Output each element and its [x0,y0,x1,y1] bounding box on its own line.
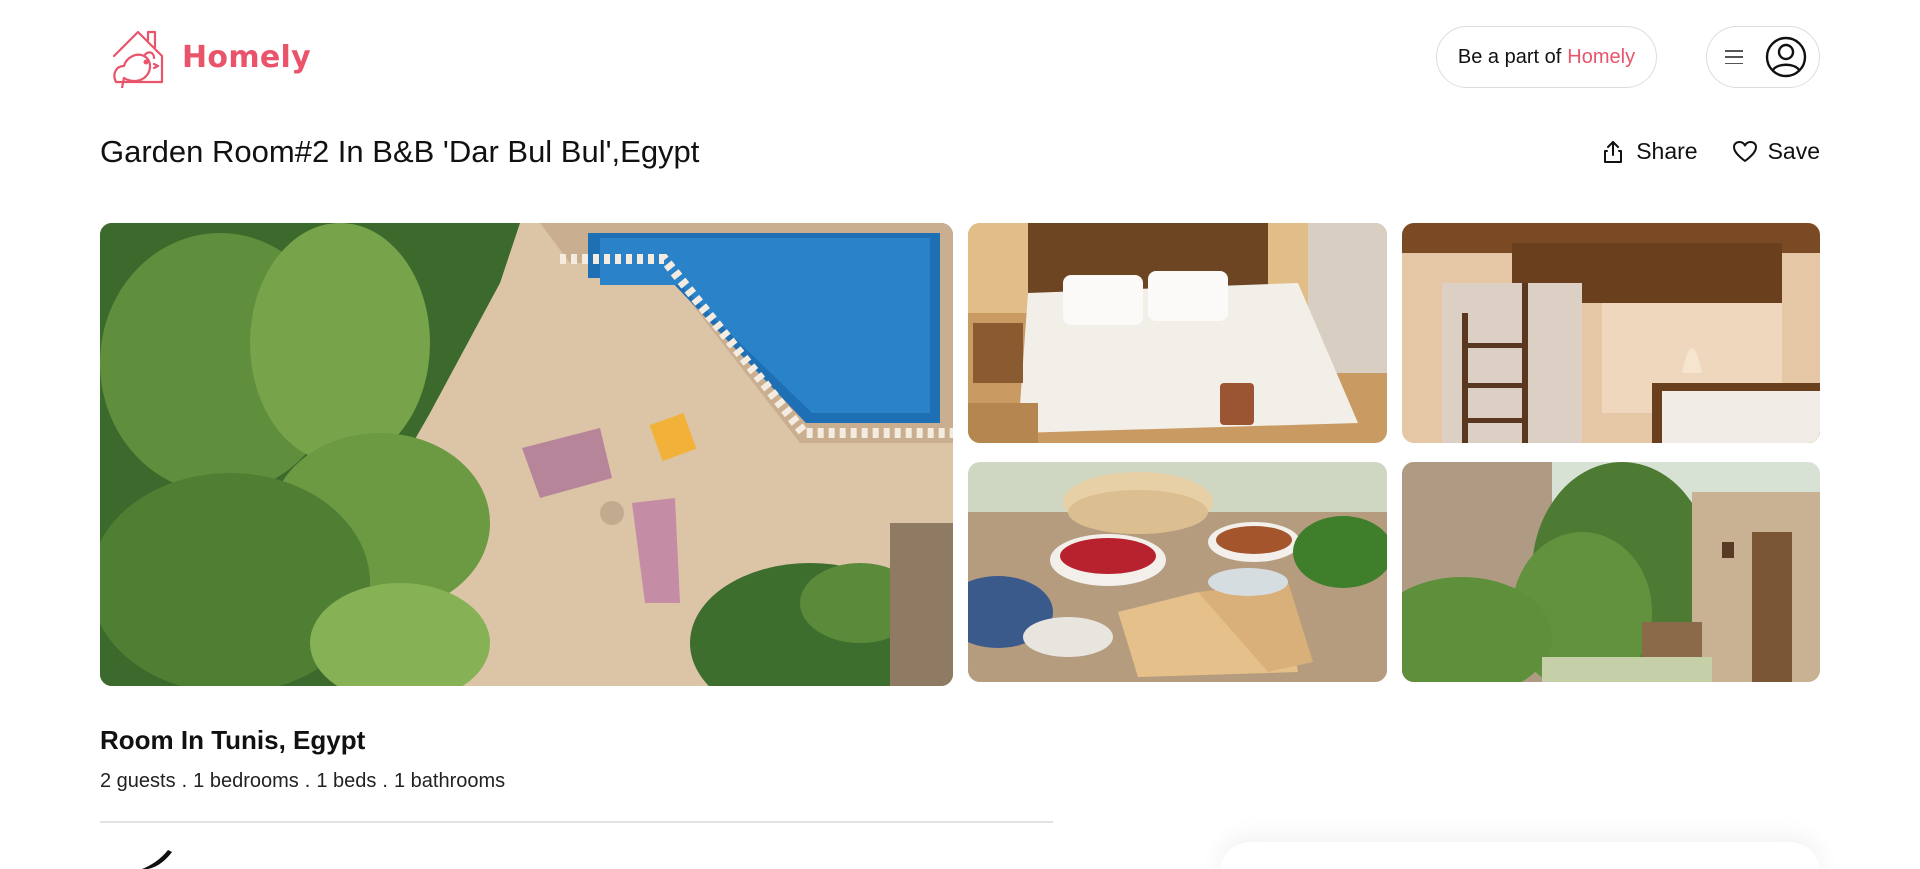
section-divider [100,821,1053,823]
photo-loft-bedroom[interactable] [1402,223,1820,443]
heart-icon [1732,140,1757,162]
share-label: Share [1636,138,1698,164]
photo-garden-courtyard[interactable] [1402,462,1820,682]
brand-logo[interactable]: Homely [108,26,311,88]
user-circle-icon [1765,36,1807,78]
photo-bedroom-bed[interactable] [968,223,1387,443]
user-menu-button[interactable] [1706,26,1820,88]
site-header: Homely Be a part of Homely [0,0,1920,116]
become-host-brand: Homely [1567,45,1636,68]
listing-actions: Share Save [1600,138,1820,165]
become-host-label: Be a part of [1457,45,1562,68]
room-type-heading: Room In Tunis, Egypt [100,725,366,755]
become-host-button[interactable]: Be a part of Homely [1436,26,1657,88]
spec-separator: . [304,770,311,792]
share-icon [1604,140,1623,163]
photo-breakfast-table[interactable] [968,462,1387,682]
house-bird-logo-icon [112,30,164,88]
save-button[interactable]: Save [1732,138,1820,165]
spec-bathrooms: 1 bathrooms [393,770,506,792]
host-badge-icon [142,850,172,869]
hamburger-menu-icon [1725,48,1743,66]
spec-bedrooms: 1 bedrooms [193,770,299,792]
listing-title: Garden Room#2 In B&B 'Dar Bul Bul',Egypt [100,134,700,169]
photo-aerial-pool-patio[interactable] [100,223,953,686]
spec-separator: . [181,770,188,792]
spec-guests: 2 guests [100,770,176,792]
brand-name: Homely [182,39,311,75]
share-button[interactable]: Share [1600,138,1698,165]
spec-beds: 1 beds [316,770,377,792]
booking-card [1220,842,1820,869]
spec-separator: . [382,770,388,792]
room-specs: 2 guests . 1 bedrooms . 1 beds . 1 bathr… [100,770,505,793]
save-label: Save [1767,138,1820,164]
